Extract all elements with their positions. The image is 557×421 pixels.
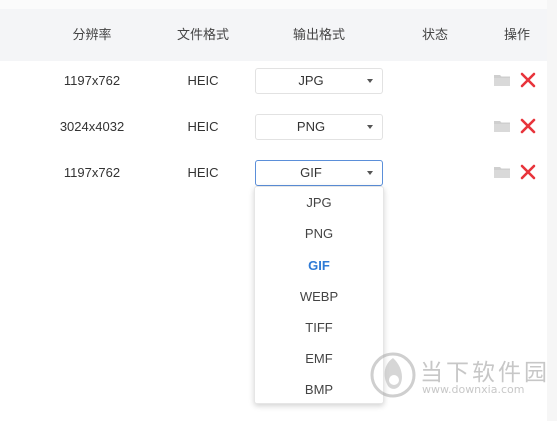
status-cell (395, 58, 475, 104)
output-format-value: JPG (298, 73, 324, 88)
table-row: 3024x4032 HEIC PNG (0, 104, 547, 150)
close-icon[interactable] (520, 72, 536, 88)
caret-down-icon (367, 125, 373, 129)
dropdown-option-tiff[interactable]: TIFF (255, 313, 383, 343)
caret-down-icon (367, 79, 373, 83)
resolution-cell: 1197x762 (63, 73, 121, 88)
status-cell (395, 104, 475, 150)
dropdown-option-jpg[interactable]: JPG (255, 188, 383, 218)
output-format-dropdown: JPG PNG GIF WEBP TIFF EMF BMP (254, 186, 384, 404)
output-format-select[interactable]: GIF (255, 160, 383, 186)
header-status: 状态 (421, 27, 448, 42)
table-header: 分辨率 文件格式 输出格式 状态 操作 (0, 9, 547, 61)
dropdown-option-png[interactable]: PNG (255, 219, 383, 249)
close-icon[interactable] (520, 118, 536, 134)
watermark-brand: 当下软件园 (420, 360, 550, 386)
header-actions: 操作 (503, 27, 530, 42)
header-file-format: 文件格式 (176, 27, 229, 42)
resolution-cell: 1197x762 (63, 165, 121, 180)
file-format-cell: HEIC (187, 119, 219, 134)
folder-icon[interactable] (494, 120, 510, 132)
caret-down-icon (367, 171, 373, 175)
output-format-select[interactable]: JPG (255, 68, 383, 94)
table-row: 1197x762 HEIC JPG (0, 58, 547, 104)
top-strip (0, 0, 547, 9)
watermark: 当下软件园 www.downxia.com (370, 352, 550, 402)
dropdown-option-gif[interactable]: GIF (255, 251, 383, 281)
dropdown-option-emf[interactable]: EMF (255, 344, 383, 374)
dropdown-option-bmp[interactable]: BMP (255, 375, 383, 405)
resolution-cell: 3024x4032 (59, 119, 125, 134)
folder-icon[interactable] (494, 166, 510, 178)
watermark-logo-icon (370, 352, 416, 398)
folder-icon[interactable] (494, 74, 510, 86)
header-resolution: 分辨率 (72, 27, 112, 42)
dropdown-option-webp[interactable]: WEBP (255, 282, 383, 312)
output-format-select[interactable]: PNG (255, 114, 383, 140)
file-format-cell: HEIC (187, 73, 219, 88)
status-cell (395, 150, 475, 196)
output-format-value: PNG (296, 119, 326, 134)
right-edge (547, 0, 557, 421)
watermark-url: www.downxia.com (422, 383, 525, 396)
file-format-cell: HEIC (187, 165, 219, 180)
output-format-value: GIF (300, 165, 322, 180)
header-output-format: 输出格式 (292, 27, 345, 42)
close-icon[interactable] (520, 164, 536, 180)
file-list-panel: 分辨率 文件格式 输出格式 状态 操作 1197x762 HEIC JPG 30… (0, 0, 547, 421)
